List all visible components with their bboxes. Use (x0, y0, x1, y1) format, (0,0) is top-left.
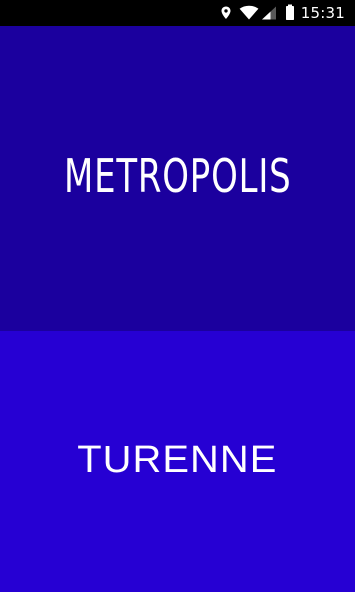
font-item-metropolis[interactable]: METROPOLIS (0, 26, 355, 331)
battery-icon (285, 0, 295, 26)
signal-icon (261, 0, 277, 26)
status-icons: 15:31 (219, 0, 355, 26)
font-item-turenne[interactable]: TURENNE (0, 331, 355, 592)
status-bar: 15:31 (0, 0, 355, 26)
wifi-icon (239, 0, 259, 26)
location-icon (219, 0, 233, 26)
font-item-label: METROPOLIS (63, 148, 292, 203)
font-item-label: TURENNE (77, 439, 278, 481)
status-time: 15:31 (300, 4, 345, 22)
